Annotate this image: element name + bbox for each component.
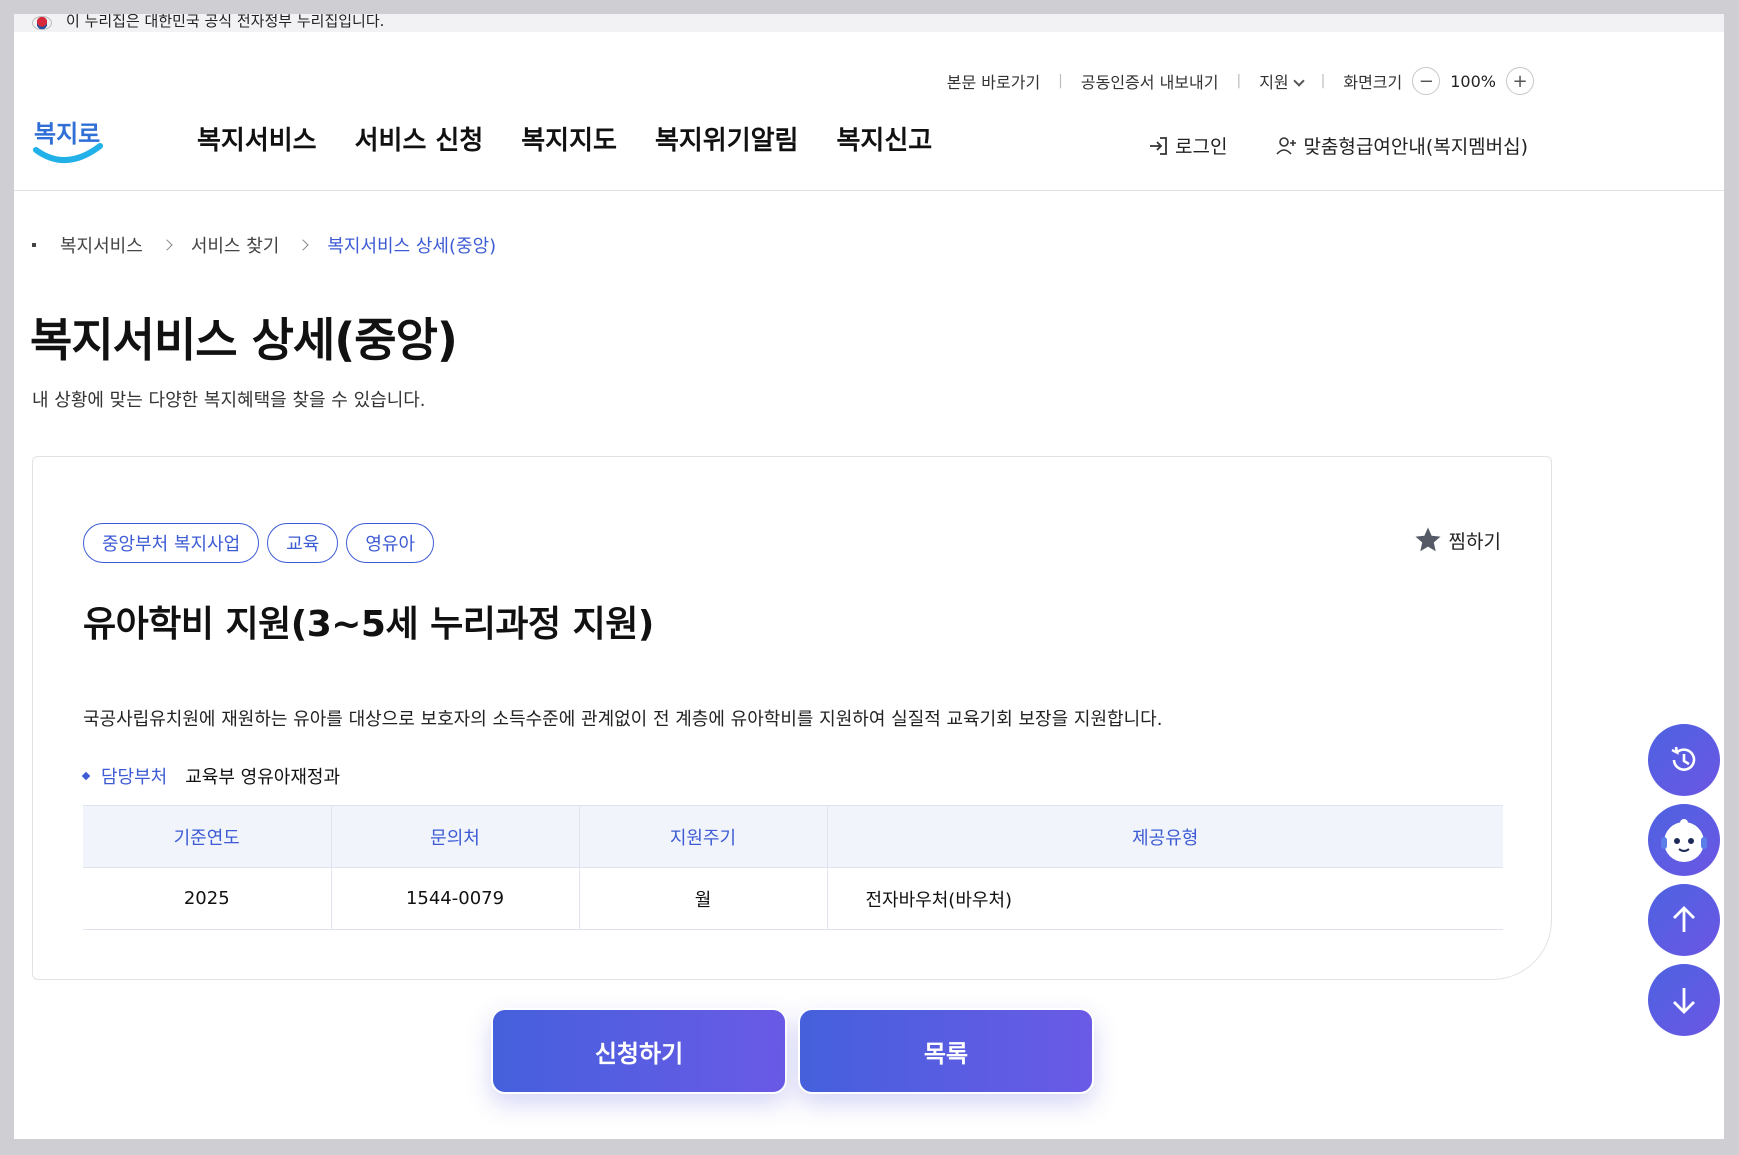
history-icon: [1671, 746, 1696, 771]
cell-support-cycle: 월: [579, 867, 828, 930]
breadcrumb-item-current: 복지서비스 상세(중앙): [327, 236, 497, 257]
arrow-down-icon: [1673, 988, 1695, 1014]
skip-to-content-link[interactable]: 본문 바로가기: [947, 69, 1040, 93]
screen-size-label: 화면크기: [1343, 73, 1403, 92]
page-subtitle: 내 상황에 맞는 다양한 복지혜택을 찾을 수 있습니다.: [32, 390, 426, 411]
chatbot-icon: [1661, 819, 1707, 862]
support-dropdown[interactable]: 지원: [1259, 69, 1305, 93]
membership-link[interactable]: 맞춤형급여안내(복지멤버십): [1275, 132, 1528, 159]
tag-central-ministry[interactable]: 중앙부처 복지사업: [83, 523, 260, 563]
login-link[interactable]: 로그인: [1147, 132, 1227, 159]
breadcrumb-item-welfare-service[interactable]: 복지서비스: [60, 232, 143, 258]
zoom-out-button[interactable]: −: [1412, 67, 1441, 95]
recent-history-button[interactable]: [1648, 724, 1720, 796]
header-contact: 문의처: [331, 805, 580, 868]
scroll-bottom-button[interactable]: [1648, 964, 1720, 1036]
account-menu: 로그인 맞춤형급여안내(복지멤버십): [1147, 132, 1528, 159]
separator: |: [1320, 73, 1326, 89]
logo-graphic: 복지로: [33, 120, 103, 164]
chatbot-button[interactable]: [1648, 804, 1720, 876]
favorite-label: 찜하기: [1448, 530, 1501, 553]
department-info: 담당부처 교육부 영유아재정과: [81, 763, 341, 789]
zoom-in-button[interactable]: +: [1506, 67, 1534, 95]
breadcrumb-item-service-search[interactable]: 서비스 찾기: [191, 232, 280, 258]
cert-export-link[interactable]: 공동인증서 내보내기: [1081, 69, 1219, 93]
cell-base-year: 2025: [83, 867, 332, 930]
menu-item-service-apply[interactable]: 서비스 신청: [355, 120, 484, 157]
menu-item-crisis-alert[interactable]: 복지위기알림: [655, 120, 799, 157]
star-icon: [1415, 527, 1441, 552]
apply-button[interactable]: 신청하기: [491, 1008, 787, 1094]
membership-label: 맞춤형급여안내(복지멤버십): [1303, 136, 1529, 158]
favorite-button[interactable]: 찜하기: [1413, 525, 1501, 555]
breadcrumb-bullet: [32, 243, 36, 247]
service-info-table: 기준연도 문의처 지원주기 제공유형 2025 1544-0079 월 전자바우…: [83, 805, 1503, 930]
arrow-up-icon: [1673, 906, 1695, 932]
utility-bar: 본문 바로가기 | 공동인증서 내보내기 | 지원 | 화면크기 − 100% …: [14, 64, 1724, 98]
service-title: 유아학비 지원(3~5세 누리과정 지원): [83, 604, 654, 645]
cell-contact: 1544-0079: [331, 867, 580, 930]
zoom-level: 100%: [1450, 71, 1496, 91]
department-label: 담당부처: [101, 767, 168, 788]
header-provision-type: 제공유형: [827, 805, 1503, 868]
header-base-year: 기준연도: [83, 805, 332, 868]
service-description: 국공사립유치원에 재원하는 유아를 대상으로 보호자의 소득수준에 관계없이 전…: [83, 709, 1163, 730]
logo-text: 복지로: [34, 120, 100, 148]
diamond-bullet-icon: [81, 771, 91, 781]
user-add-icon: [1276, 136, 1297, 155]
cell-provision-type: 전자바우처(바우처): [827, 867, 1503, 930]
menu-item-welfare-service[interactable]: 복지서비스: [197, 120, 317, 157]
page: 이 누리집은 대한민국 공식 전자정부 누리집입니다. 본문 바로가기 | 공동…: [14, 14, 1724, 1139]
support-label: 지원: [1259, 73, 1289, 92]
page-title: 복지서비스 상세(중앙): [30, 313, 458, 367]
tag-education[interactable]: 교육: [267, 523, 339, 563]
breadcrumb: 복지서비스 서비스 찾기 복지서비스 상세(중앙): [32, 232, 496, 258]
tag-list: 중앙부처 복지사업 교육 영유아: [83, 523, 435, 563]
separator: |: [1236, 73, 1242, 89]
header-support-cycle: 지원주기: [579, 805, 828, 868]
gov-banner-text: 이 누리집은 대한민국 공식 전자정부 누리집입니다.: [66, 14, 385, 30]
chevron-right-icon: [161, 239, 173, 251]
main-nav: 복지로 복지서비스 서비스 신청 복지지도 복지위기알림 복지신고 로그인 맞춤…: [14, 102, 1724, 192]
chevron-down-icon: [1292, 75, 1305, 87]
header-divider: [14, 190, 1724, 191]
login-label: 로그인: [1175, 136, 1228, 158]
bokjiro-logo[interactable]: 복지로: [30, 108, 106, 172]
primary-menu: 복지서비스 서비스 신청 복지지도 복지위기알림 복지신고: [197, 120, 932, 157]
menu-item-welfare-map[interactable]: 복지지도: [521, 120, 617, 157]
tag-infant[interactable]: 영유아: [346, 523, 435, 563]
korea-flag-icon: [32, 16, 52, 30]
login-icon: [1150, 136, 1167, 155]
table-row: 2025 1544-0079 월 전자바우처(바우처): [83, 867, 1503, 930]
table-header-row: 기준연도 문의처 지원주기 제공유형: [83, 805, 1503, 868]
chevron-right-icon: [297, 239, 310, 251]
menu-item-welfare-report[interactable]: 복지신고: [836, 120, 932, 157]
gov-banner: 이 누리집은 대한민국 공식 전자정부 누리집입니다.: [14, 14, 1724, 32]
scroll-top-button[interactable]: [1648, 884, 1720, 956]
service-detail-card: 중앙부처 복지사업 교육 영유아 찜하기 유아학비 지원(3~5세 누리과정 지…: [32, 456, 1552, 980]
department-value: 교육부 영유아재정과: [185, 767, 341, 788]
separator: |: [1058, 73, 1063, 89]
list-button[interactable]: 목록: [798, 1008, 1094, 1094]
